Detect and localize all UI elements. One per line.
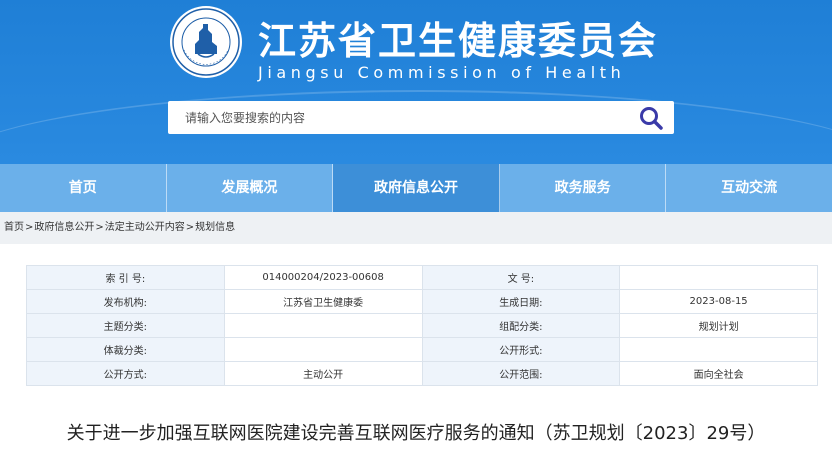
breadcrumb-link-home[interactable]: 首页	[4, 222, 24, 233]
site-header: 江苏省卫生健康委员会 Jiangsu Commission of Health	[0, 0, 832, 164]
search-icon	[640, 107, 663, 130]
nav-item-development[interactable]: 发展概况	[167, 164, 334, 212]
index-number-label: 索 引 号:	[26, 265, 225, 290]
genre-value	[223, 337, 423, 362]
index-number-value: 014000204/2023-00608	[223, 265, 423, 290]
nav-item-home[interactable]: 首页	[0, 164, 167, 212]
publish-method-label: 公开方式:	[26, 361, 225, 386]
table-row: 索 引 号: 014000204/2023-00608 文 号:	[26, 265, 818, 290]
search-bar	[168, 101, 674, 134]
category-value: 规划计划	[619, 313, 818, 338]
main-nav: 首页 发展概况 政府信息公开 政务服务 互动交流	[0, 164, 832, 212]
site-subtitle: Jiangsu Commission of Health	[258, 63, 626, 82]
genre-label: 体裁分类:	[26, 337, 225, 362]
breadcrumb-separator: >	[95, 222, 104, 233]
table-row: 发布机构: 江苏省卫生健康委 生成日期: 2023-08-15	[26, 289, 818, 314]
publisher-value: 江苏省卫生健康委	[223, 289, 423, 314]
breadcrumb-link-planning[interactable]: 规划信息	[195, 222, 235, 233]
commission-emblem-icon[interactable]	[168, 4, 244, 80]
publish-method-value: 主动公开	[223, 361, 423, 386]
table-row: 公开方式: 主动公开 公开范围: 面向全社会	[26, 361, 818, 386]
nav-item-gov-info[interactable]: 政府信息公开	[333, 164, 500, 212]
breadcrumb-link-gov-info[interactable]: 政府信息公开	[34, 222, 94, 233]
breadcrumb: 首页>政府信息公开>法定主动公开内容>规划信息	[0, 212, 832, 244]
category-label: 组配分类:	[421, 313, 621, 338]
doc-number-value	[619, 265, 818, 290]
publisher-label: 发布机构:	[26, 289, 225, 314]
table-row: 主题分类: 组配分类: 规划计划	[26, 313, 818, 338]
document-title: 关于进一步加强互联网医院建设完善互联网医疗服务的通知（苏卫规划〔2023〕29号…	[66, 423, 766, 444]
breadcrumb-link-public-content[interactable]: 法定主动公开内容	[105, 222, 185, 233]
topic-value	[223, 313, 423, 338]
scope-label: 公开范围:	[421, 361, 621, 386]
nav-item-interaction[interactable]: 互动交流	[666, 164, 832, 212]
breadcrumb-separator: >	[185, 222, 195, 233]
site-title: 江苏省卫生健康委员会	[258, 19, 659, 63]
breadcrumb-separator: >	[25, 222, 34, 233]
doc-number-label: 文 号:	[421, 265, 621, 290]
document-info-table: 索 引 号: 014000204/2023-00608 文 号: 发布机构: 江…	[26, 265, 818, 386]
topic-label: 主题分类:	[26, 313, 225, 338]
scope-value: 面向全社会	[619, 361, 818, 386]
date-value: 2023-08-15	[619, 289, 818, 314]
form-label: 公开形式:	[421, 337, 621, 362]
table-row: 体裁分类: 公开形式:	[26, 337, 818, 362]
search-input[interactable]	[168, 101, 628, 134]
form-value	[619, 337, 818, 362]
search-button[interactable]	[636, 105, 666, 131]
nav-item-services[interactable]: 政务服务	[500, 164, 667, 212]
date-label: 生成日期:	[421, 289, 621, 314]
